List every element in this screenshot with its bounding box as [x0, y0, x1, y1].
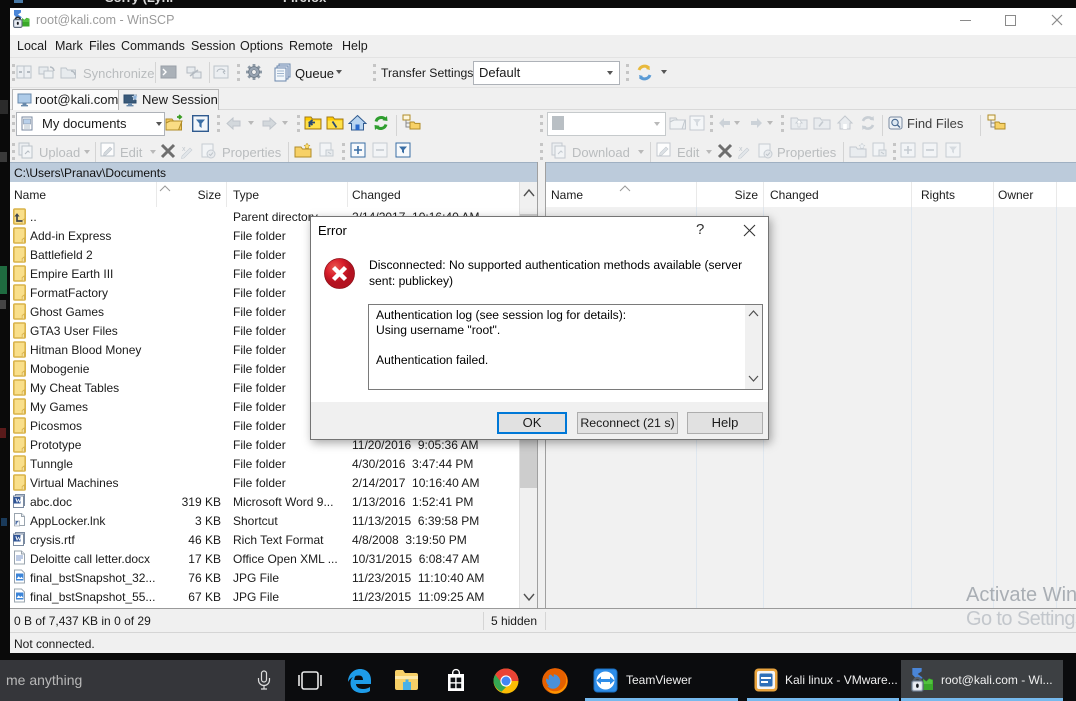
- svg-text:x: x: [182, 146, 186, 153]
- svg-text:W: W: [15, 536, 22, 543]
- svg-text:W: W: [15, 498, 22, 505]
- svg-text:x: x: [739, 146, 743, 153]
